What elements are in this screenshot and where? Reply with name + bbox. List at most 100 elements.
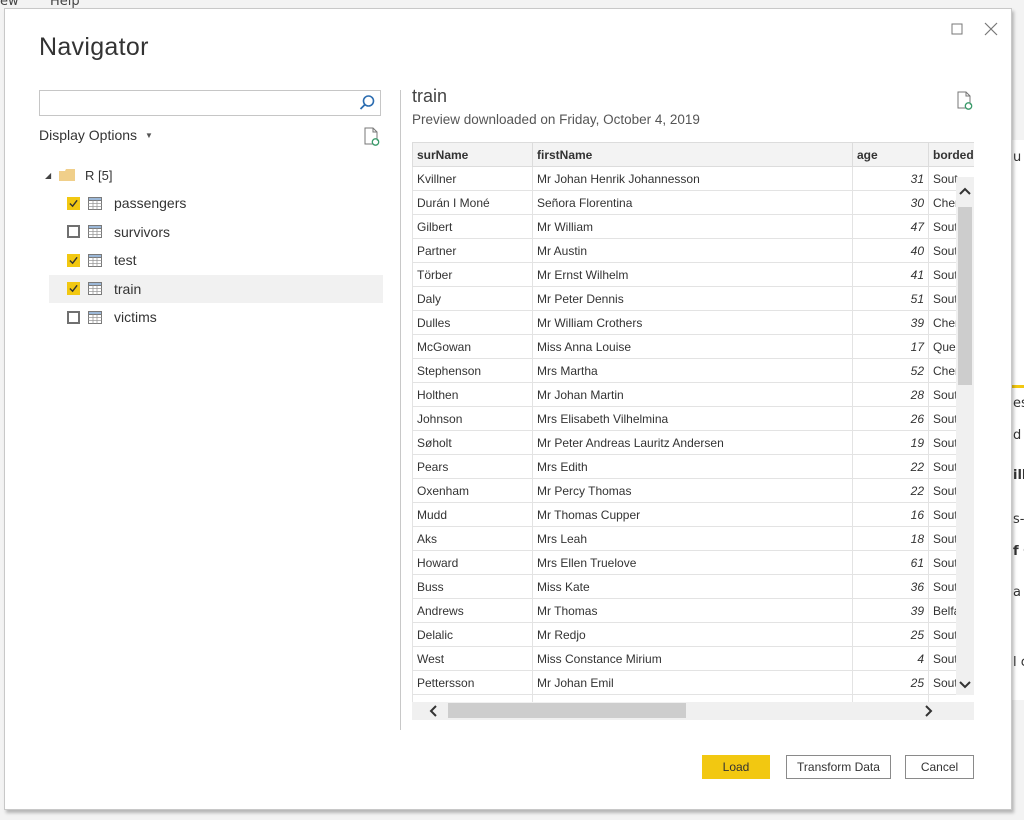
cell-firstname: Mr William Crothers bbox=[532, 310, 853, 335]
scroll-up-icon[interactable] bbox=[958, 183, 972, 199]
cell-age: 40 bbox=[852, 238, 929, 263]
display-options-dropdown[interactable]: Display Options ▼ bbox=[39, 127, 153, 143]
load-button[interactable]: Load bbox=[702, 755, 770, 779]
table-row: Oxenham Mr Percy Thomas 22 Sout bbox=[412, 478, 974, 503]
search-input[interactable] bbox=[40, 91, 350, 115]
dialog-title: Navigator bbox=[39, 33, 149, 61]
table-icon bbox=[88, 225, 102, 239]
tree-item-test[interactable]: test bbox=[39, 246, 383, 275]
cell-firstname: Señora Florentina bbox=[532, 190, 853, 215]
scroll-left-icon[interactable] bbox=[426, 703, 442, 719]
cell-surname: Andrews bbox=[412, 598, 533, 623]
tree-item-passengers[interactable]: passengers bbox=[39, 189, 383, 218]
cell-firstname: Mr Thomas bbox=[532, 598, 853, 623]
vertical-scrollbar[interactable] bbox=[956, 177, 974, 695]
refresh-document-icon[interactable] bbox=[363, 127, 381, 147]
cell-surname: Howard bbox=[412, 550, 533, 575]
vertical-scroll-thumb[interactable] bbox=[958, 207, 972, 385]
table-row: Pettersson Mr Johan Emil 25 Sout bbox=[412, 670, 974, 695]
cell-firstname: Miss Kate bbox=[532, 574, 853, 599]
pane-divider[interactable] bbox=[400, 90, 401, 730]
cell-firstname: Mr Johan Henrik Johannesson bbox=[532, 166, 853, 191]
cell-age: 25 bbox=[852, 622, 929, 647]
cell-surname: Johnson bbox=[412, 406, 533, 431]
table-row: Partner Mr Austin 40 Sout bbox=[412, 238, 974, 263]
background-fragment: ill bbox=[1013, 468, 1024, 483]
navigator-tree: ◢ R [5] passengers survivors test train vict… bbox=[39, 161, 383, 332]
checkbox[interactable] bbox=[67, 282, 80, 296]
close-button[interactable] bbox=[977, 17, 1005, 41]
cell-age: 16 bbox=[852, 502, 929, 527]
scroll-right-icon[interactable] bbox=[920, 703, 936, 719]
cell-age: 19 bbox=[852, 430, 929, 455]
cell-firstname: Mrs Ellen Truelove bbox=[532, 550, 853, 575]
preview-title: train bbox=[412, 86, 448, 106]
cell-surname: Pettersson bbox=[412, 670, 533, 695]
preview-table-container: surName firstName age borded Kvillner Mr … bbox=[412, 142, 974, 720]
cell-firstname: Mr Austin bbox=[532, 238, 853, 263]
cell-surname: Buss bbox=[412, 574, 533, 599]
folder-icon bbox=[59, 169, 75, 181]
cell-age: 30 bbox=[852, 190, 929, 215]
background-fragment: es bbox=[1013, 396, 1024, 411]
column-header-firstname[interactable]: firstName bbox=[532, 142, 853, 167]
background-accent-bar bbox=[1011, 385, 1024, 388]
scroll-down-icon[interactable] bbox=[958, 677, 972, 693]
cell-surname: Delalic bbox=[412, 622, 533, 647]
background-fragment: f C bbox=[1013, 544, 1024, 559]
background-fragment: l c bbox=[1013, 655, 1024, 670]
table-row: Andrews Mr Thomas 39 Belfa bbox=[412, 598, 974, 623]
checkmark-icon bbox=[69, 199, 78, 208]
checkmark-icon bbox=[69, 285, 78, 293]
cell-age: 39 bbox=[852, 598, 929, 623]
tree-item-label: survivors bbox=[114, 223, 171, 240]
tree-item-victims[interactable]: victims bbox=[39, 303, 383, 332]
tree-item-survivors[interactable]: survivors bbox=[39, 218, 383, 247]
cell-surname: West bbox=[412, 646, 533, 671]
cell-firstname: Mrs Elisabeth Vilhelmina bbox=[532, 406, 853, 431]
checkbox[interactable] bbox=[67, 196, 80, 210]
table-row: Søholt Mr Peter Andreas Lauritz Andersen 1… bbox=[412, 430, 974, 455]
background-fragment: s- bbox=[1013, 512, 1024, 527]
background-fragment: d c bbox=[1013, 428, 1024, 443]
refresh-preview-icon[interactable] bbox=[956, 91, 974, 111]
search-icon[interactable] bbox=[358, 94, 376, 112]
cell-firstname: Mrs Martha bbox=[532, 358, 853, 383]
horizontal-scroll-thumb[interactable] bbox=[448, 703, 686, 718]
maximize-button[interactable] bbox=[943, 17, 971, 41]
table-row: McGowan Miss Anna Louise 17 Que bbox=[412, 334, 974, 359]
cell-firstname: Mr Percy Thomas bbox=[532, 478, 853, 503]
maximize-icon bbox=[951, 23, 963, 35]
column-header-surname[interactable]: surName bbox=[412, 142, 533, 167]
cell-age: 18 bbox=[852, 526, 929, 551]
cell-age: 47 bbox=[852, 214, 929, 239]
horizontal-scrollbar[interactable] bbox=[412, 702, 974, 720]
cell-age: 31 bbox=[852, 166, 929, 191]
table-row: Törber Mr Ernst Wilhelm 41 Sout bbox=[412, 262, 974, 287]
cell-firstname: Mr William bbox=[532, 214, 853, 239]
cell-age: 39 bbox=[852, 310, 929, 335]
tree-item-train[interactable]: train bbox=[49, 274, 383, 303]
cell-firstname: Mr Johan Martin bbox=[532, 382, 853, 407]
expand-triangle-icon[interactable]: ◢ bbox=[45, 171, 59, 180]
cell-surname: Törber bbox=[412, 262, 533, 287]
close-icon bbox=[984, 22, 998, 36]
checkbox[interactable] bbox=[67, 253, 80, 267]
table-row: Delalic Mr Redjo 25 Sout bbox=[412, 622, 974, 647]
table-icon bbox=[88, 282, 102, 296]
tree-root-r[interactable]: ◢ R [5] bbox=[39, 161, 383, 189]
checkbox[interactable] bbox=[67, 225, 80, 239]
background-right-panel: u es d c ill s- f C a l c bbox=[1010, 140, 1024, 700]
table-row: Durán I Moné Señora Florentina 30 Cher bbox=[412, 190, 974, 215]
search-field[interactable] bbox=[39, 90, 381, 116]
column-header-borded[interactable]: borded bbox=[928, 142, 974, 167]
cell-surname: Partner bbox=[412, 238, 533, 263]
column-header-age[interactable]: age bbox=[852, 142, 929, 167]
table-icon bbox=[88, 253, 102, 267]
cell-firstname: Miss Anna Louise bbox=[532, 334, 853, 359]
cell-firstname: Mr Redjo bbox=[532, 622, 853, 647]
cell-surname: Aks bbox=[412, 526, 533, 551]
cancel-button[interactable]: Cancel bbox=[905, 755, 974, 779]
transform-data-button[interactable]: Transform Data bbox=[786, 755, 891, 779]
checkbox[interactable] bbox=[67, 310, 80, 324]
